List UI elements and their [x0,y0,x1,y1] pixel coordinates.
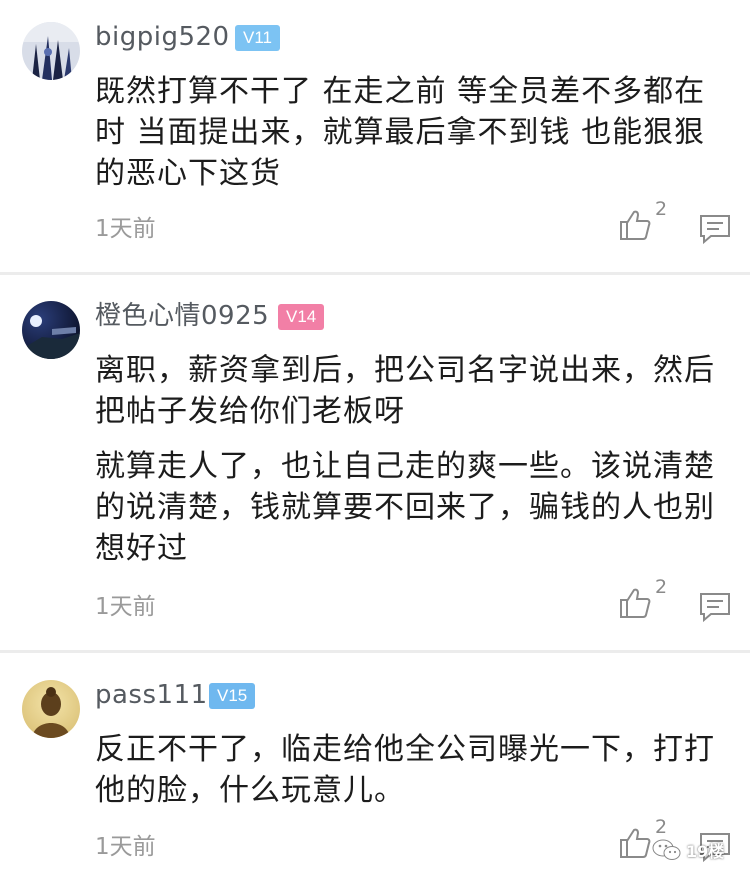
timestamp: 1天前 [95,834,156,860]
comment-item: pass1111 V15 反正不干了，临走给他全公司曝光一下，打打他的脸，什么玩… [0,0,750,881]
level-badge: V15 [209,683,256,709]
watermark-text: 19楼 [686,842,725,861]
wechat-icon [652,839,681,860]
avatar[interactable] [22,680,80,738]
thumbs-up-icon [620,828,651,858]
watermark: 19楼 [652,835,724,865]
comment-feed: bigpig520 V11 既然打算不干了 在走之前 等全员差不多都在时 当面提… [0,0,750,881]
comment-text: 反正不干了，临走给他全公司曝光一下，打打他的脸，什么玩意儿。 [95,732,715,808]
username[interactable]: pass1111 [95,680,225,710]
